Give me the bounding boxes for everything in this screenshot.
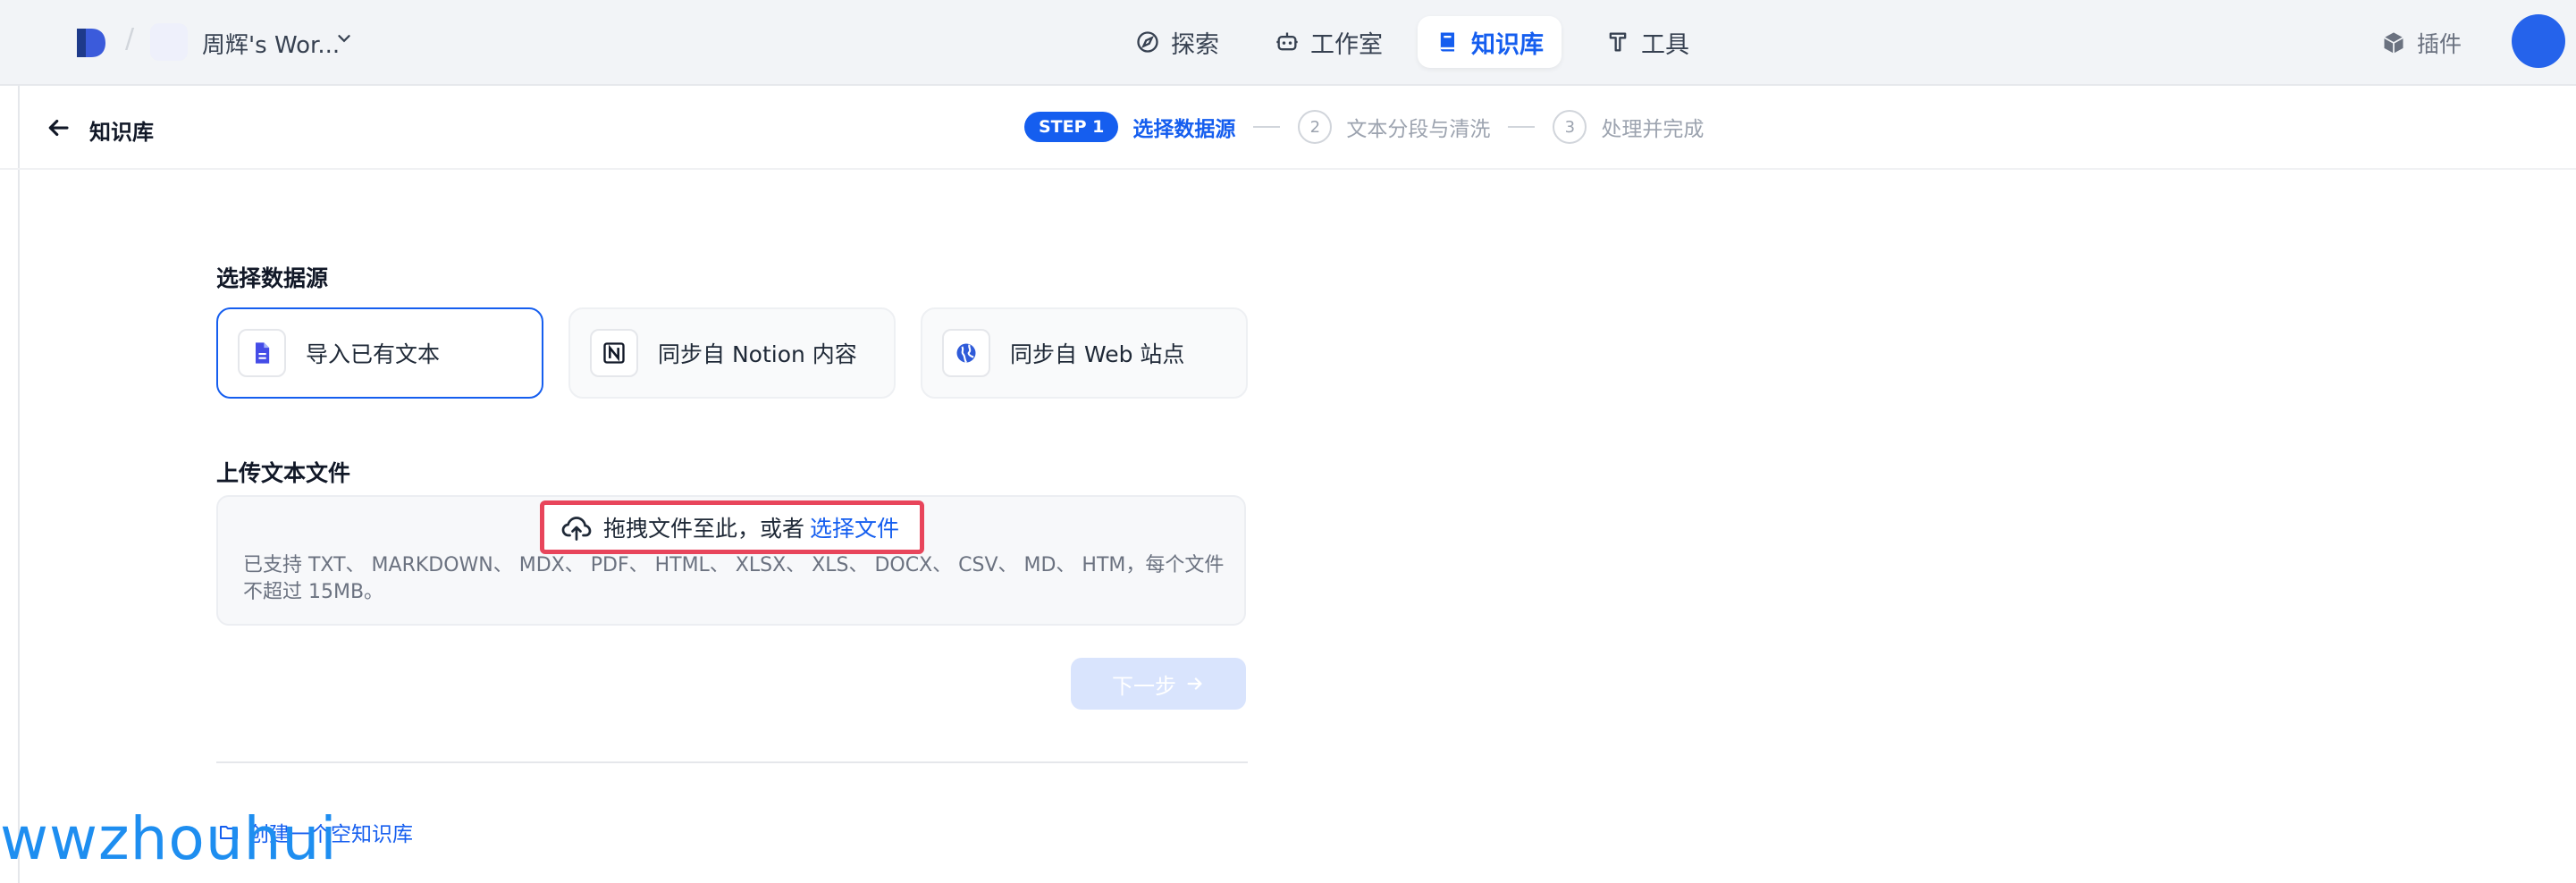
nav-tab-studio-label: 工作室	[1310, 30, 1383, 59]
source-icon-box	[590, 329, 638, 377]
book-icon	[1440, 32, 1454, 52]
nav-tab-tools-label: 工具	[1641, 30, 1689, 59]
choose-file-link[interactable]: 选择文件	[810, 511, 899, 543]
step-2-number: 2	[1298, 110, 1333, 144]
compass-icon	[1137, 31, 1158, 53]
user-avatar[interactable]	[2512, 14, 2565, 68]
upload-heading: 上传文本文件	[216, 460, 351, 486]
source-icon-box	[238, 329, 286, 377]
step-indicator: STEP 1 选择数据源 2 文本分段与清洗 3 处理并完成	[1024, 109, 1704, 145]
globe-icon	[956, 343, 976, 364]
step-3-number: 3	[1553, 110, 1587, 144]
supported-formats-text: 已支持 TXT、 MARKDOWN、 MDX、 PDF、 HTML、 XLSX、…	[243, 554, 1225, 603]
nav-tab-knowledge-label: 知识库	[1471, 30, 1544, 59]
chevron-down-icon[interactable]	[334, 29, 354, 48]
step-separator	[1253, 126, 1281, 128]
app-logo-icon[interactable]	[73, 25, 109, 61]
source-icon-box	[942, 329, 990, 377]
step-1-badge: STEP 1	[1024, 112, 1119, 142]
plugins-button[interactable]: 插件	[2381, 27, 2462, 59]
plugins-label: 插件	[2417, 31, 2462, 57]
page-title[interactable]: 知识库	[89, 114, 154, 146]
nav-tab-knowledge[interactable]: 知识库	[1418, 16, 1562, 68]
data-source-heading: 选择数据源	[216, 265, 329, 291]
source-option-label: 同步自 Web 站点	[1010, 341, 1185, 367]
tools-icon	[1609, 32, 1627, 52]
workspace-avatar[interactable]	[150, 23, 188, 61]
nav-tab-tools[interactable]: 工具	[1587, 16, 1707, 68]
watermark: wwzhouhui	[0, 804, 338, 873]
nav-tab-explore[interactable]: 探索	[1117, 16, 1237, 68]
robot-icon	[1276, 32, 1298, 51]
workspace-name[interactable]: 周辉's Wor...	[202, 27, 340, 60]
source-option-label: 导入已有文本	[306, 341, 441, 367]
back-arrow-icon[interactable]	[45, 114, 72, 141]
cloud-upload-icon	[561, 517, 592, 541]
sidebar-divider	[18, 86, 20, 883]
document-icon	[256, 342, 270, 364]
step-2-label: 文本分段与清洗	[1346, 118, 1491, 141]
next-step-button[interactable]: 下一步	[1071, 658, 1246, 710]
breadcrumb-separator: /	[125, 23, 135, 55]
dropzone-text: 拖拽文件至此，或者	[603, 516, 805, 542]
source-option-notion[interactable]: 同步自 Notion 内容	[568, 307, 896, 399]
arrow-right-icon	[1187, 677, 1202, 690]
top-navigation-bar: / 周辉's Wor... 探索 工作室 知识库 工具 插件	[0, 0, 2576, 86]
source-option-web[interactable]: 同步自 Web 站点	[921, 307, 1248, 399]
step-separator	[1508, 126, 1536, 128]
dropzone-prompt[interactable]: 拖拽文件至此，或者 选择文件	[540, 500, 924, 554]
step-3-label: 处理并完成	[1601, 118, 1705, 141]
cube-icon	[2384, 32, 2403, 54]
notion-icon	[603, 342, 625, 364]
section-divider	[216, 761, 1248, 763]
nav-tab-explore-label: 探索	[1171, 30, 1219, 59]
nav-tab-studio[interactable]: 工作室	[1257, 16, 1401, 68]
source-option-label: 同步自 Notion 内容	[658, 341, 857, 367]
step-1-label: 选择数据源	[1132, 118, 1236, 141]
page: / 周辉's Wor... 探索 工作室 知识库 工具 插件 知识库 STEP …	[0, 0, 2576, 883]
next-step-label: 下一步	[1112, 673, 1176, 699]
source-option-import-text[interactable]: 导入已有文本	[216, 307, 543, 399]
